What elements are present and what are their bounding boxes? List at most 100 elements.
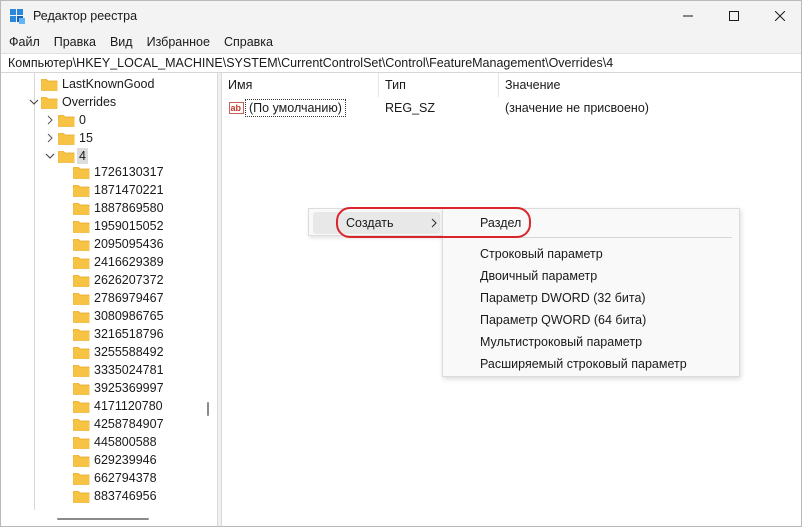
chevron-right-icon[interactable]	[45, 133, 55, 143]
submenu-item-dword[interactable]: Параметр DWORD (32 бита)	[443, 287, 739, 309]
tree-vertical-scroll-thumb[interactable]	[207, 402, 209, 416]
tree-item-subkey[interactable]: 2626207372	[1, 271, 200, 289]
tree-item-label: 4171120780	[94, 399, 163, 413]
tree-item-subkey[interactable]: 3255588492	[1, 343, 200, 361]
menu-favorites[interactable]: Избранное	[140, 31, 217, 53]
value-row-default[interactable]: ab (По умолчанию) REG_SZ (значение не пр…	[222, 99, 801, 117]
tree-item-label: 3080986765	[94, 309, 164, 323]
tree-item-subkey[interactable]: 2095095436	[1, 235, 200, 253]
chevron-down-icon[interactable]	[45, 151, 55, 161]
folder-icon	[73, 455, 90, 467]
submenu-item-expandstring[interactable]: Расширяемый строковый параметр	[443, 353, 739, 375]
folder-icon	[73, 203, 90, 215]
submenu-item-binary[interactable]: Двоичный параметр	[443, 265, 739, 287]
tree-item-subkey[interactable]: 4171120780	[1, 397, 200, 415]
close-icon	[775, 11, 785, 21]
menu-edit[interactable]: Правка	[47, 31, 103, 53]
tree-item-subkey[interactable]: 3925369997	[1, 379, 200, 397]
tree-item-label: 883746956	[94, 489, 157, 503]
tree-item-subkey[interactable]: 1726130317	[1, 163, 200, 181]
minimize-button[interactable]	[665, 1, 711, 31]
folder-icon	[73, 437, 90, 449]
folder-icon	[58, 151, 75, 163]
submenu-item-multistring[interactable]: Мультистроковый параметр	[443, 331, 739, 353]
tree-item-subkey[interactable]: 1959015052	[1, 217, 200, 235]
folder-icon	[73, 221, 90, 233]
tree-item-label: 1887869580	[94, 201, 164, 215]
menu-help[interactable]: Справка	[217, 31, 280, 53]
folder-icon	[73, 311, 90, 323]
tree-vertical-scrollbar[interactable]	[200, 73, 217, 510]
submenu-item-key[interactable]: Раздел	[443, 212, 739, 234]
tree-item-label: 15	[79, 131, 93, 145]
tree-item-subkey[interactable]: 4258784907	[1, 415, 200, 433]
tree-item-label: 4258784907	[94, 417, 164, 431]
tree-item-override-15[interactable]: 15	[1, 129, 200, 147]
tree-item-subkey[interactable]: 3335024781	[1, 361, 200, 379]
tree-item-override-0[interactable]: 0	[1, 111, 200, 129]
folder-icon	[73, 257, 90, 269]
tree-item-subkey[interactable]: 2786979467	[1, 289, 200, 307]
tree-item-label: 3255588492	[94, 345, 164, 359]
tree-horizontal-scroll-thumb[interactable]	[57, 518, 149, 520]
folder-icon	[73, 491, 90, 503]
tree-pane[interactable]: LastKnownGood Overrides 0 15 4 172613031…	[1, 73, 217, 526]
create-submenu: Раздел Строковый параметр Двоичный параме…	[442, 208, 740, 377]
tree-item-label: 1726130317	[94, 165, 164, 179]
tree-item-overrides[interactable]: Overrides	[1, 93, 200, 111]
tree-item-label: 4	[77, 148, 88, 164]
tree-item-subkey[interactable]: 1887869580	[1, 199, 200, 217]
maximize-button[interactable]	[711, 1, 757, 31]
column-header-type[interactable]: Тип	[379, 73, 499, 97]
folder-icon	[73, 239, 90, 251]
tree-item-lastknowngood[interactable]: LastKnownGood	[1, 75, 200, 93]
tree-item-subkey[interactable]: 3080986765	[1, 307, 200, 325]
registry-editor-icon	[10, 9, 25, 24]
submenu-item-qword[interactable]: Параметр QWORD (64 бита)	[443, 309, 739, 331]
tree-item-label: 0	[79, 113, 86, 127]
address-bar[interactable]: Компьютер\HKEY_LOCAL_MACHINE\SYSTEM\Curr…	[1, 53, 801, 73]
tree-item-subkey[interactable]: 445800588	[1, 433, 200, 451]
tree-item-label: 3335024781	[94, 363, 164, 377]
context-menu-item-create[interactable]: Создать	[313, 212, 440, 234]
folder-icon	[73, 347, 90, 359]
menu-view[interactable]: Вид	[103, 31, 140, 53]
close-button[interactable]	[757, 1, 801, 31]
folder-icon	[41, 79, 58, 91]
minimize-icon	[683, 15, 693, 17]
context-menu: Создать	[308, 208, 443, 236]
folder-icon	[73, 419, 90, 431]
chevron-right-icon[interactable]	[45, 115, 55, 125]
folder-icon	[73, 167, 90, 179]
title-bar[interactable]: Редактор реестра	[1, 1, 801, 31]
folder-icon	[73, 383, 90, 395]
tree-item-subkey[interactable]: 3216518796	[1, 325, 200, 343]
folder-icon	[73, 329, 90, 341]
column-header-name[interactable]: Имя	[222, 73, 379, 97]
folder-icon	[58, 115, 75, 127]
folder-icon	[58, 133, 75, 145]
column-header-value[interactable]: Значение	[499, 73, 801, 97]
folder-icon	[73, 293, 90, 305]
tree-item-label: 3925369997	[94, 381, 164, 395]
tree-item-subkey[interactable]: 662794378	[1, 469, 200, 487]
tree-item-subkey[interactable]: 883746956	[1, 487, 200, 505]
menu-file[interactable]: Файл	[1, 31, 47, 53]
tree-item-label: 1871470221	[94, 183, 164, 197]
tree-item-label: LastKnownGood	[62, 77, 155, 91]
tree-item-subkey[interactable]: 629239946	[1, 451, 200, 469]
folder-icon	[73, 365, 90, 377]
tree-item-label: 2416629389	[94, 255, 164, 269]
value-type: REG_SZ	[385, 101, 436, 115]
registry-editor-window: Редактор реестра Файл Правка Вид Избранн…	[0, 0, 802, 527]
tree-item-label: 629239946	[94, 453, 157, 467]
value-data: (значение не присвоено)	[505, 101, 649, 115]
folder-icon	[41, 97, 58, 109]
tree-item-subkey[interactable]: 1871470221	[1, 181, 200, 199]
chevron-right-icon	[431, 218, 437, 228]
tree-horizontal-scrollbar[interactable]	[1, 510, 217, 526]
value-name: (По умолчанию)	[245, 99, 346, 117]
tree-item-subkey[interactable]: 2416629389	[1, 253, 200, 271]
chevron-down-icon[interactable]	[29, 97, 39, 107]
submenu-item-string[interactable]: Строковый параметр	[443, 243, 739, 265]
